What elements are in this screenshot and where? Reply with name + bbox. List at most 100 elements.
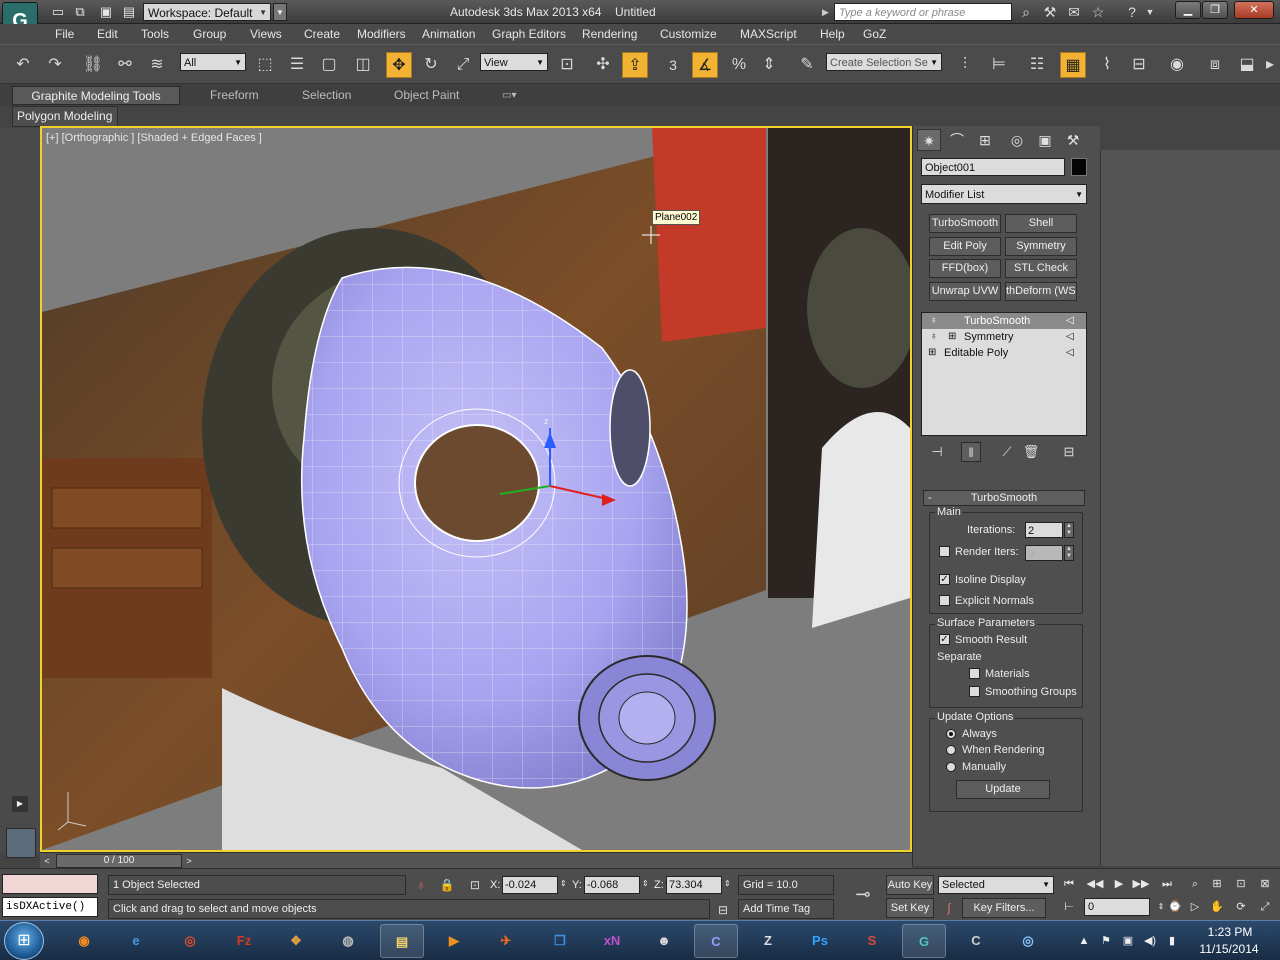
angle-snap-icon[interactable]: ∡	[692, 52, 718, 78]
subscription-icon[interactable]: ⚒	[1040, 3, 1060, 21]
photoshop-icon[interactable]: Ps	[798, 924, 842, 958]
stack-item-symmetry[interactable]: ♁ ⊞ Symmetry ◁	[922, 329, 1086, 345]
always-radio[interactable]	[946, 729, 956, 739]
time-prev-icon[interactable]: <	[40, 854, 54, 868]
key-filters-button[interactable]: Key Filters...	[962, 898, 1046, 918]
auto-key-button[interactable]: Auto Key	[886, 875, 934, 895]
zbrush-icon[interactable]: Z	[746, 924, 790, 958]
render-icon[interactable]: ▸	[1262, 52, 1278, 78]
maximize-button[interactable]: ❐	[1202, 1, 1228, 19]
redo-icon[interactable]: ↷	[42, 52, 68, 78]
menu-modifiers[interactable]: Modifiers	[357, 27, 406, 41]
unwrap-uvw-button[interactable]: Unwrap UVW	[929, 282, 1001, 301]
project-icon[interactable]: ▤	[121, 4, 137, 20]
expand-plus-icon[interactable]: ⊞	[948, 329, 956, 345]
network-icon[interactable]: ▣	[1120, 933, 1136, 949]
menu-maxscript[interactable]: MAXScript	[740, 27, 797, 41]
search-expand-icon[interactable]: ▶	[822, 4, 832, 20]
render-frame-icon[interactable]: ⬓	[1234, 52, 1260, 78]
pivot-center-icon[interactable]: ⊡	[554, 52, 580, 78]
select-scale-icon[interactable]: ⤢	[450, 52, 476, 78]
orbit-icon[interactable]: ⟳	[1230, 898, 1252, 916]
spinner-arrows-icon[interactable]: ⇕	[724, 879, 731, 888]
maximize-viewport-icon[interactable]: ⤢	[1254, 898, 1276, 916]
create-tab-icon[interactable]: ✷	[917, 129, 941, 151]
display-tab-icon[interactable]: ▣	[1033, 129, 1057, 151]
zoom-extents-icon[interactable]: ⊡	[1230, 875, 1252, 893]
filezilla-icon[interactable]: Fz	[222, 924, 266, 958]
modifier-stack[interactable]: ♁ TurboSmooth ◁ ♁ ⊞ Symmetry ◁ ⊞ Editabl…	[921, 312, 1087, 436]
stl-check-button[interactable]: STL Check	[1005, 259, 1077, 278]
select-object-icon[interactable]: ⬚	[252, 52, 278, 78]
time-next-icon[interactable]: >	[182, 854, 196, 868]
workspace-dropdown[interactable]: Workspace: Default ▼	[143, 3, 271, 21]
pan-icon[interactable]: ✋	[1206, 898, 1228, 916]
stack-item-editable-poly[interactable]: ⊞ Editable Poly ◁	[922, 345, 1086, 361]
add-time-tag-button[interactable]: Add Time Tag	[738, 899, 834, 919]
menu-group[interactable]: Group	[193, 27, 226, 41]
schematic-view-icon[interactable]: ⊟	[1126, 52, 1152, 78]
selection-filter-dropdown[interactable]: All ▼	[180, 53, 246, 71]
favorites-star-icon[interactable]: ☆	[1088, 3, 1108, 21]
go-to-start-icon[interactable]: ⏮	[1058, 875, 1080, 893]
app-icon[interactable]: ☻	[642, 924, 686, 958]
selection-lock-icon[interactable]: 🔒	[438, 876, 456, 894]
materials-checkbox[interactable]	[969, 668, 980, 679]
make-unique-icon[interactable]: ⟋	[997, 442, 1017, 462]
xn-icon[interactable]: xN	[590, 924, 634, 958]
pathdeform-button[interactable]: thDeform (WSI	[1005, 282, 1077, 301]
spinner-snap-icon[interactable]: ⇕	[756, 52, 782, 78]
current-frame-field[interactable]: 0	[1084, 898, 1150, 916]
communication-icon[interactable]: ✉	[1064, 3, 1084, 21]
viewport-layout-icon[interactable]	[6, 828, 36, 858]
align-icon[interactable]: ⊨	[986, 52, 1012, 78]
menu-create[interactable]: Create	[304, 27, 340, 41]
time-slider[interactable]: 0 / 100	[56, 854, 182, 868]
smooth-result-checkbox[interactable]: ✓	[939, 634, 950, 645]
previous-frame-icon[interactable]: ◀◀	[1084, 875, 1106, 893]
app-icon[interactable]: C	[694, 924, 738, 958]
zoom-icon[interactable]: ⌕	[1184, 875, 1206, 893]
bind-space-warp-icon[interactable]: ≋	[144, 52, 170, 78]
minimize-button[interactable]: ▁	[1175, 1, 1201, 19]
modify-tab-icon[interactable]: ⌒	[945, 129, 969, 151]
viewport-label[interactable]: [+] [Orthographic ] [Shaded + Edged Face…	[46, 132, 262, 144]
spinner-arrows-icon[interactable]: ⇕	[642, 879, 649, 888]
workspace-expand-button[interactable]: ▼	[273, 3, 287, 21]
time-config-icon[interactable]: ⌚	[1164, 898, 1186, 916]
select-move-icon[interactable]: ✥	[386, 52, 412, 78]
edit-poly-button[interactable]: Edit Poly	[929, 237, 1001, 256]
modifier-list-dropdown[interactable]: Modifier List ▼	[921, 184, 1087, 204]
update-button[interactable]: Update	[956, 780, 1050, 799]
symmetry-button[interactable]: Symmetry	[1005, 237, 1077, 256]
menu-tools[interactable]: Tools	[141, 27, 169, 41]
windows-explorer-icon[interactable]: ▤	[380, 924, 424, 958]
play-icon[interactable]: ▶	[1108, 875, 1130, 893]
maxscript-output[interactable]: isDXActive()	[2, 897, 98, 917]
battery-icon[interactable]: ▮	[1164, 933, 1180, 949]
zoom-extents-all-icon[interactable]: ⊠	[1254, 875, 1276, 893]
chrome-icon[interactable]: ◎	[168, 924, 212, 958]
lightbulb-icon[interactable]: ♁	[930, 329, 938, 345]
keyboard-shortcut-override-icon[interactable]: ⇪	[622, 52, 648, 78]
absolute-mode-icon[interactable]: ⊡	[466, 876, 484, 894]
edit-named-selection-icon[interactable]: ✎	[794, 52, 820, 78]
y-coordinate-field[interactable]: -0.068	[584, 876, 640, 894]
material-editor-icon[interactable]: ◉	[1164, 52, 1190, 78]
app-icon[interactable]: S	[850, 924, 894, 958]
app-icon[interactable]: ◎	[1006, 924, 1050, 958]
menu-edit[interactable]: Edit	[97, 27, 118, 41]
window-crossing-icon[interactable]: ◫	[350, 52, 376, 78]
show-end-result-icon[interactable]: ‖	[961, 442, 981, 462]
remove-modifier-icon[interactable]: 🗑	[1021, 442, 1041, 462]
render-iters-checkbox[interactable]	[939, 546, 950, 557]
select-rotate-icon[interactable]: ↻	[418, 52, 444, 78]
menu-goz[interactable]: GoZ	[863, 27, 886, 41]
help-icon[interactable]: ?	[1122, 3, 1142, 21]
viewport-orthographic[interactable]: z [+] [Orthographic ] [Shaded + Edged Fa…	[40, 126, 912, 852]
open-icon[interactable]: ⧉	[72, 4, 88, 20]
motion-tab-icon[interactable]: ◎	[1005, 129, 1029, 151]
search-input[interactable]: Type a keyword or phrase	[834, 3, 1012, 21]
field-of-view-icon[interactable]: ▷	[1184, 898, 1206, 916]
time-tag-icon[interactable]: ⊟	[714, 901, 732, 919]
